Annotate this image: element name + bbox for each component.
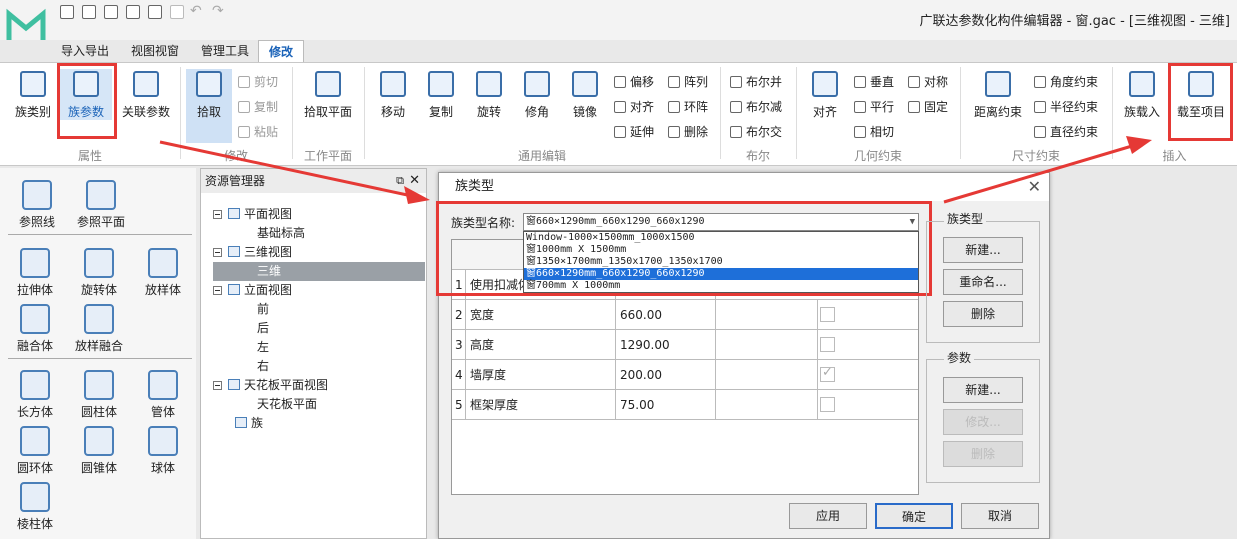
annotation-arrows (159, 136, 1152, 204)
arrow-head-icon (404, 186, 430, 204)
arrow-head-icon (1126, 136, 1152, 154)
arrow-line (159, 140, 413, 198)
arrow-line (943, 144, 1133, 204)
